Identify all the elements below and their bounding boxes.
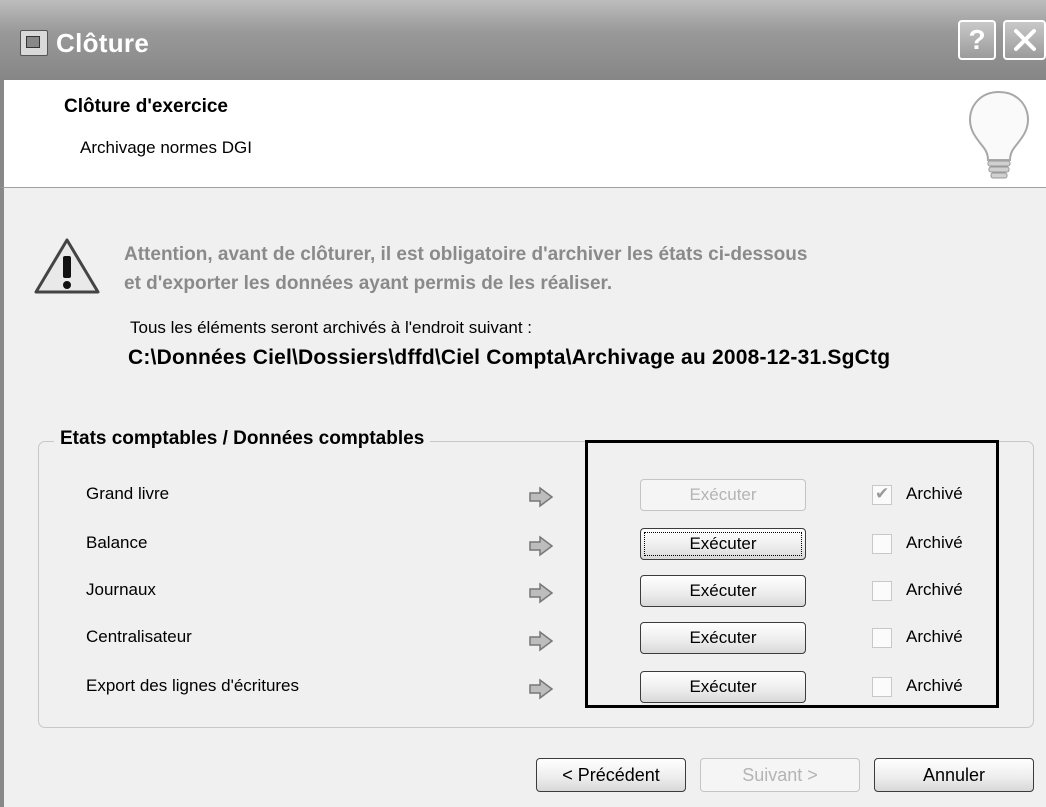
row-label-export-ecritures: Export des lignes d'écritures — [86, 676, 300, 695]
group-title: Etats comptables / Données comptables — [54, 428, 431, 450]
next-button[interactable]: Suivant > — [700, 758, 860, 792]
close-button[interactable] — [1003, 20, 1046, 60]
warning-icon — [34, 238, 100, 294]
title-bar[interactable]: Clôture ? — [0, 0, 1046, 80]
highlight-rectangle — [585, 440, 999, 708]
archive-path: C:\Données Ciel\Dossiers\dffd\Ciel Compt… — [128, 346, 891, 369]
lightbulb-icon — [968, 90, 1030, 179]
dialog-subheading: Archivage normes DGI — [80, 138, 252, 157]
arrow-right-icon — [529, 630, 554, 652]
close-icon — [1014, 29, 1036, 51]
help-button[interactable]: ? — [958, 20, 996, 60]
archive-path-intro: Tous les éléments seront archivés à l'en… — [130, 318, 532, 337]
row-label-balance: Balance — [86, 533, 148, 552]
warning-text-line2: et d'exporter les données ayant permis d… — [124, 273, 613, 294]
arrow-right-icon — [529, 535, 554, 557]
cancel-button[interactable]: Annuler — [874, 758, 1034, 792]
warning-text-line1: Attention, avant de clôturer, il est obl… — [124, 244, 808, 265]
dialog-heading: Clôture d'exercice — [64, 96, 228, 117]
arrow-right-icon — [529, 582, 554, 604]
row-label-grand-livre: Grand livre — [86, 484, 170, 503]
window-title: Clôture — [56, 28, 150, 58]
previous-button[interactable]: < Précédent — [536, 758, 686, 792]
row-label-journaux: Journaux — [86, 580, 156, 599]
arrow-right-icon — [529, 486, 554, 508]
arrow-right-icon — [529, 678, 554, 700]
app-window-icon — [20, 30, 48, 56]
row-label-centralisateur: Centralisateur — [86, 627, 192, 646]
